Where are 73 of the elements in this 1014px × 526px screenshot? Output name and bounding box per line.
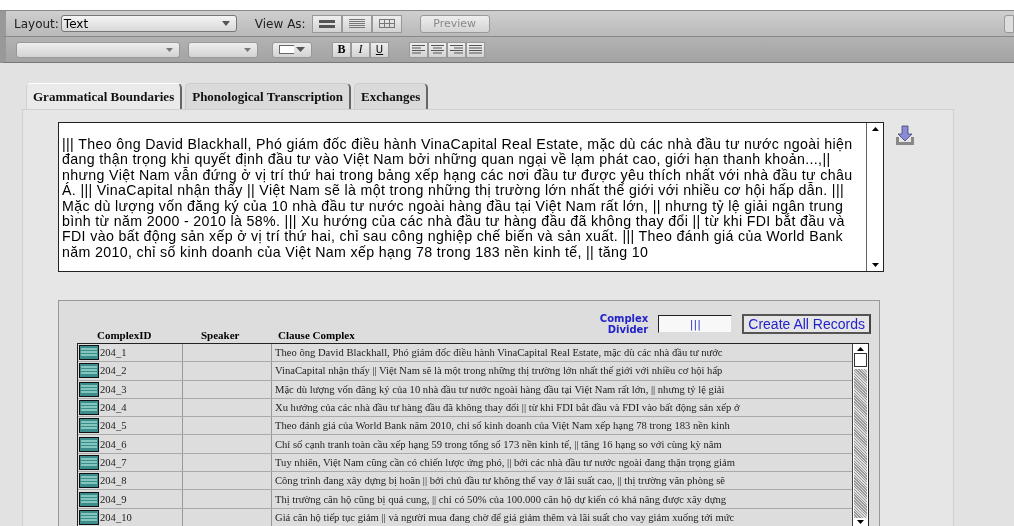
- record-icon[interactable]: [79, 345, 99, 361]
- record-icon[interactable]: [79, 473, 99, 489]
- format-button[interactable]: B: [332, 41, 351, 58]
- format-button[interactable]: U: [370, 41, 389, 58]
- record-icon[interactable]: [79, 509, 99, 525]
- align-icon: [431, 45, 444, 54]
- form-view-button[interactable]: [311, 14, 342, 33]
- scroll-up-icon: [857, 347, 864, 351]
- text-area[interactable]: [58, 122, 884, 272]
- layout-label: Layout:: [14, 16, 59, 31]
- table-cell: 204_4: [100, 398, 183, 417]
- table-cell-text: Mặc dù lượng vốn đăng ký của 10 nhà đầu tư nước ngoài hàng đầu tại Việt Nam rất lớn, || nhưng tỷ lệ giải: [274, 383, 726, 395]
- align-button[interactable]: [447, 41, 466, 58]
- view-as-label: View As:: [254, 16, 306, 31]
- scroll-thumb[interactable]: [854, 353, 867, 367]
- scroll-up-icon: [871, 127, 879, 131]
- table-cell-text: Giá căn hộ tiếp tục giảm || và người mua đang chờ để giá giảm thêm và lãi suất cho vay giảm xuống tới mức: [274, 511, 736, 523]
- table-cell: 204_7: [100, 453, 183, 472]
- color-swatch-icon: [279, 45, 295, 54]
- table-cell: 204_5: [100, 417, 183, 435]
- divider-field[interactable]: |||: [658, 315, 733, 333]
- align-icon: [469, 45, 482, 54]
- align-icon: [450, 45, 463, 54]
- download-icon[interactable]: [894, 125, 916, 147]
- form-view-icon: [318, 19, 335, 28]
- align-button[interactable]: [428, 41, 447, 58]
- scroll-down-icon: [871, 263, 879, 267]
- table-cell-text: Xu hướng của các nhà đầu tư hàng đầu đã không thay đổi || từ khi FDI bắt đầu và FDI vào bất động sản xếp ở: [274, 402, 741, 414]
- align-button[interactable]: [409, 41, 428, 58]
- layout-dropdown[interactable]: Text: [60, 15, 237, 32]
- table-cell-text: Chỉ số cạnh tranh toàn cầu xếp hạng 59 trong tổng số 173 nền kinh tế, || tăng 16 hạng so với cùng kỳ năm: [274, 438, 723, 450]
- list-view-button[interactable]: [341, 14, 372, 33]
- tab[interactable]: Phonological Transcription: [185, 83, 352, 109]
- table-view-icon: [378, 19, 395, 28]
- table-cell-text: VinaCapital nhận thấy || Việt Nam sẽ là một trong những thị trường lớn nhất thế giới với nhiều cơ hội hấp: [274, 365, 724, 377]
- column-header: Speaker: [201, 329, 241, 341]
- table-cell-text: Công trình đang xây dựng bị hoãn || bởi chủ đầu tư không thể vay ở lãi suất cao, || thị trường văn phòng sẽ: [274, 475, 726, 487]
- column-header: ComplexID: [96, 329, 153, 341]
- table-cell: 204_2: [100, 362, 183, 380]
- align-button[interactable]: [466, 41, 485, 58]
- tab[interactable]: Exchanges: [354, 83, 429, 109]
- caret-icon: [166, 47, 173, 52]
- table-cell: 204_3: [100, 380, 183, 398]
- column-header: Clause Complex: [278, 329, 356, 341]
- table-cell: 204_10: [100, 508, 183, 526]
- caret-icon: [244, 47, 251, 52]
- record-icon[interactable]: [79, 454, 99, 470]
- table-cell-text: Tuy nhiên, Việt Nam cũng cần có chiến lược ứng phó, || bởi các nhà đầu tư nước ngoài đang thận trọng giảm: [274, 456, 736, 468]
- tab[interactable]: Grammatical Boundaries: [26, 83, 183, 109]
- table-cell: 204_8: [100, 472, 183, 490]
- record-icon[interactable]: [79, 363, 99, 379]
- record-icon[interactable]: [79, 418, 99, 434]
- caret-icon: [296, 47, 305, 52]
- record-icon[interactable]: [79, 400, 99, 416]
- align-icon: [412, 45, 425, 54]
- record-icon[interactable]: [79, 491, 99, 507]
- caret-icon: [221, 21, 230, 26]
- format-button[interactable]: I: [351, 41, 370, 58]
- create-all-records-button[interactable]: Create All Records: [742, 314, 871, 334]
- divider-label: Complex Divider: [598, 313, 649, 335]
- table-cell-text: Thị trường căn hộ cũng bị quá cung, || chỉ có 50% của 100.000 căn hộ dự kiến có khả năng được xây dựng: [274, 493, 728, 505]
- scrollbar[interactable]: [852, 344, 868, 526]
- table-cell-text: Theo đánh giá của World Bank năm 2010, chỉ số kinh doanh của Việt Nam xếp hạng 78 trong 183 nền kinh: [274, 420, 731, 432]
- list-view-icon: [348, 19, 365, 28]
- table-cell: 204_6: [100, 435, 183, 453]
- color-dropdown[interactable]: [272, 41, 312, 58]
- table-view-button[interactable]: [371, 14, 402, 33]
- table-cell: 204_1: [100, 344, 183, 362]
- table-cell-text: Theo ông David Blackhall, Phó giám đốc điều hành VinaCapital Real Estate, mặc dù các nhà đầu tư nước: [274, 347, 724, 359]
- table-cell: 204_9: [100, 490, 183, 508]
- text-paragraph: ||| Theo ông David Blackhall, Phó giám đốc điều hành VinaCapital Real Estate, mặc dù các nhà đầu tư nước ngoài hiện đang thận trọng khi quyết định đầu tư vào Việt Nam bởi những quan ngại về lạm phát cao, giới hạn thanh khoản...,|| nhưng Việt Nam vẫn đứng ở vị trí thứ hai trong bảng xếp hạng các nơi đầu tư được yêu thích nhất với nhà đầu tư châu Á. ||| VinaCapital nhận thấy || Việt Nam sẽ là một trong những thị trường lớn nhất thế giới với nhiều cơ hội hấp dẫn. ||| Mặc dù lượng vốn đăng ký của 10 nhà đầu tư nước ngoài hàng đầu tại Việt Nam rất lớn, || nhưng tỷ lệ giải ngân trung bình từ năm 2000 - 2010 là 58%. ||| Xu hướng của các nhà đầu tư hàng đầu đã không thay đổi || từ khi FDI bắt đầu và FDI vào bất động sản xếp ở vị trí thứ hai, chỉ sau công nghiệp chế biến và sản xuất. ||| Theo đánh giá của World Bank năm 2010, chỉ số kinh doanh của Việt Nam xếp hạng 78 trong 183 nền kinh tế, || tăng 10: [62, 137, 854, 261]
- record-icon[interactable]: [79, 436, 99, 452]
- record-icon[interactable]: [79, 381, 99, 397]
